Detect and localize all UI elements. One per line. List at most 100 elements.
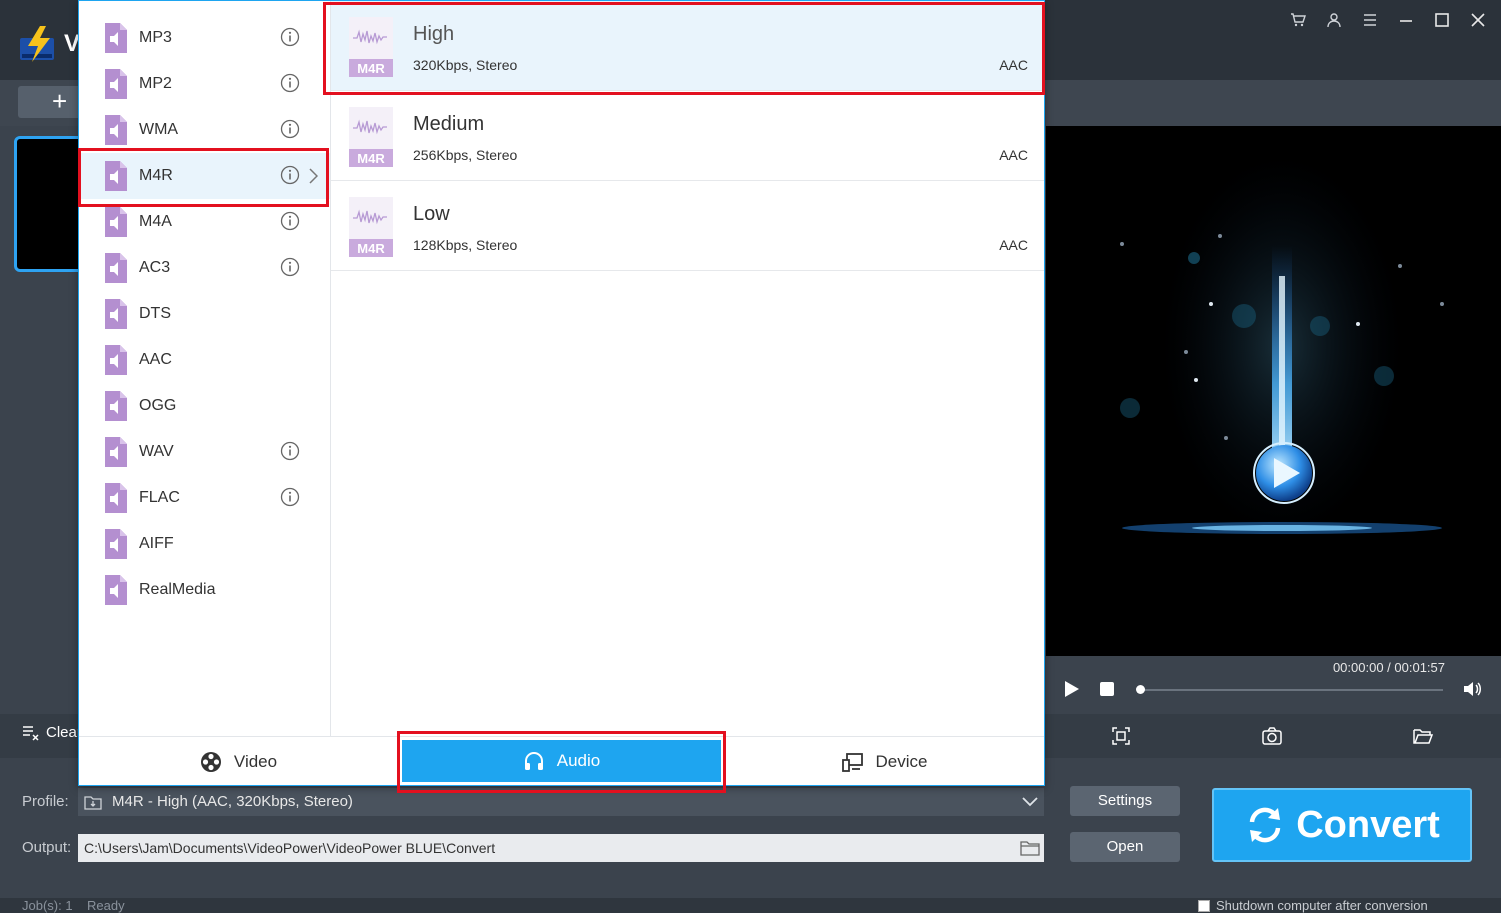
- seek-bar[interactable]: [1138, 689, 1443, 691]
- format-item-wav[interactable]: WAV: [79, 429, 330, 475]
- browse-folder-icon[interactable]: [1020, 840, 1040, 856]
- info-icon[interactable]: [280, 487, 300, 507]
- shutdown-label: Shutdown computer after conversion: [1216, 898, 1428, 913]
- tab-device[interactable]: Device: [725, 737, 1044, 786]
- quality-detail: 320Kbps, Stereo: [413, 57, 518, 73]
- format-label: WAV: [139, 443, 174, 460]
- menu-icon[interactable]: [1355, 8, 1385, 32]
- convert-button[interactable]: Convert: [1212, 788, 1472, 862]
- info-icon[interactable]: [280, 73, 300, 93]
- quality-codec: AAC: [999, 147, 1028, 163]
- quality-codec: AAC: [999, 237, 1028, 253]
- quality-detail: 256Kbps, Stereo: [413, 147, 518, 163]
- m4r-badge: M4R: [357, 151, 385, 166]
- format-label: AIFF: [139, 535, 174, 552]
- camera-icon[interactable]: [1261, 726, 1283, 746]
- film-reel-icon: [200, 751, 221, 772]
- format-item-m4r[interactable]: M4R: [79, 153, 330, 199]
- audio-format-list: MP3 MP2 WMA M4R M4A AC3 DTS AAC OGG WAV FLAC AIFF Re…: [79, 1, 331, 736]
- audio-file-icon: [105, 115, 127, 145]
- seek-handle[interactable]: [1136, 685, 1145, 694]
- app-logo-icon: [20, 26, 54, 62]
- info-icon[interactable]: [280, 27, 300, 47]
- info-icon[interactable]: [280, 211, 300, 231]
- quality-item-low[interactable]: M4R Low 128Kbps, Stereo AAC: [331, 181, 1044, 271]
- format-item-wma[interactable]: WMA: [79, 107, 330, 153]
- format-label: OGG: [139, 397, 177, 414]
- audio-file-icon: [105, 345, 127, 375]
- quality-item-high[interactable]: M4R High 320Kbps, Stereo AAC: [331, 1, 1044, 91]
- audio-file-icon: [105, 575, 127, 605]
- format-item-aiff[interactable]: AIFF: [79, 521, 330, 567]
- format-item-mp3[interactable]: MP3: [79, 15, 330, 61]
- tab-video[interactable]: Video: [79, 737, 398, 786]
- m4r-file-icon: M4R: [349, 197, 393, 257]
- format-label: M4R: [139, 167, 173, 184]
- format-label: AC3: [139, 259, 171, 276]
- format-label: RealMedia: [139, 581, 216, 598]
- audio-file-icon: [105, 69, 127, 99]
- headphones-icon: [524, 752, 543, 770]
- quality-detail: 128Kbps, Stereo: [413, 237, 518, 253]
- profile-select[interactable]: M4R - High (AAC, 320Kbps, Stereo): [78, 788, 1044, 816]
- audio-file-icon: [105, 23, 127, 53]
- format-item-ac3[interactable]: AC3: [79, 245, 330, 291]
- tab-audio-label: Audio: [556, 751, 601, 770]
- format-item-realmedia[interactable]: RealMedia: [79, 567, 330, 613]
- crop-icon[interactable]: [1110, 726, 1132, 746]
- quality-codec: AAC: [999, 57, 1028, 73]
- info-icon[interactable]: [280, 441, 300, 461]
- tab-audio[interactable]: Audio: [402, 740, 721, 782]
- playback-time: 00:00:00 / 00:01:57: [1332, 660, 1445, 675]
- quality-item-medium[interactable]: M4R Medium 256Kbps, Stereo AAC: [331, 91, 1044, 181]
- clear-list-icon: [23, 725, 39, 741]
- play-icon[interactable]: [1064, 680, 1080, 698]
- settings-button[interactable]: Settings: [1070, 786, 1180, 816]
- format-item-mp2[interactable]: MP2: [79, 61, 330, 107]
- audio-file-icon: [105, 391, 127, 421]
- devices-icon: [841, 752, 863, 772]
- maximize-icon[interactable]: [1427, 8, 1457, 32]
- folder-open-icon[interactable]: [1412, 726, 1434, 746]
- job-state: Ready: [87, 898, 125, 913]
- status-bar: Job(s): 1 Ready Shutdown computer after …: [0, 898, 1501, 913]
- quality-name: Low: [413, 203, 450, 225]
- minimize-icon[interactable]: [1391, 8, 1421, 32]
- info-icon[interactable]: [280, 257, 300, 277]
- format-item-m4a[interactable]: M4A: [79, 199, 330, 245]
- shutdown-option[interactable]: Shutdown computer after conversion: [1198, 898, 1428, 913]
- audio-file-icon: [105, 299, 127, 329]
- format-item-dts[interactable]: DTS: [79, 291, 330, 337]
- refresh-icon: [1249, 807, 1281, 843]
- audio-file-icon: [105, 437, 127, 467]
- format-label: WMA: [139, 121, 179, 138]
- format-item-ogg[interactable]: OGG: [79, 383, 330, 429]
- quality-list: M4R High 320Kbps, Stereo AAC M4R Medium 256Kbp…: [331, 1, 1044, 736]
- audio-file-icon: [105, 253, 127, 283]
- cart-icon[interactable]: [1283, 8, 1313, 32]
- shutdown-checkbox[interactable]: [1198, 899, 1210, 912]
- format-label: AAC: [139, 351, 172, 368]
- format-label: FLAC: [139, 489, 180, 506]
- format-item-aac[interactable]: AAC: [79, 337, 330, 383]
- format-item-flac[interactable]: FLAC: [79, 475, 330, 521]
- output-path-field[interactable]: C:\Users\Jam\Documents\VideoPower\VideoP…: [78, 834, 1044, 862]
- profile-folder-icon: [84, 796, 102, 810]
- close-icon[interactable]: [1463, 8, 1493, 32]
- stop-icon[interactable]: [1100, 682, 1114, 696]
- clear-button[interactable]: Clear: [22, 724, 82, 741]
- profile-label: Profile:: [22, 793, 69, 810]
- output-label: Output:: [22, 839, 72, 856]
- chevron-down-icon[interactable]: [1022, 796, 1038, 808]
- info-icon[interactable]: [280, 119, 300, 139]
- video-preview: [1046, 126, 1501, 656]
- m4r-badge: M4R: [357, 241, 385, 256]
- open-button[interactable]: Open: [1070, 832, 1180, 862]
- volume-icon[interactable]: [1463, 680, 1483, 698]
- user-icon[interactable]: [1319, 8, 1349, 32]
- audio-file-icon: [105, 483, 127, 513]
- audio-file-icon: [105, 529, 127, 559]
- player-controls: 00:00:00 / 00:01:57: [1046, 656, 1501, 714]
- info-icon[interactable]: [280, 165, 300, 185]
- audio-file-icon: [105, 161, 127, 191]
